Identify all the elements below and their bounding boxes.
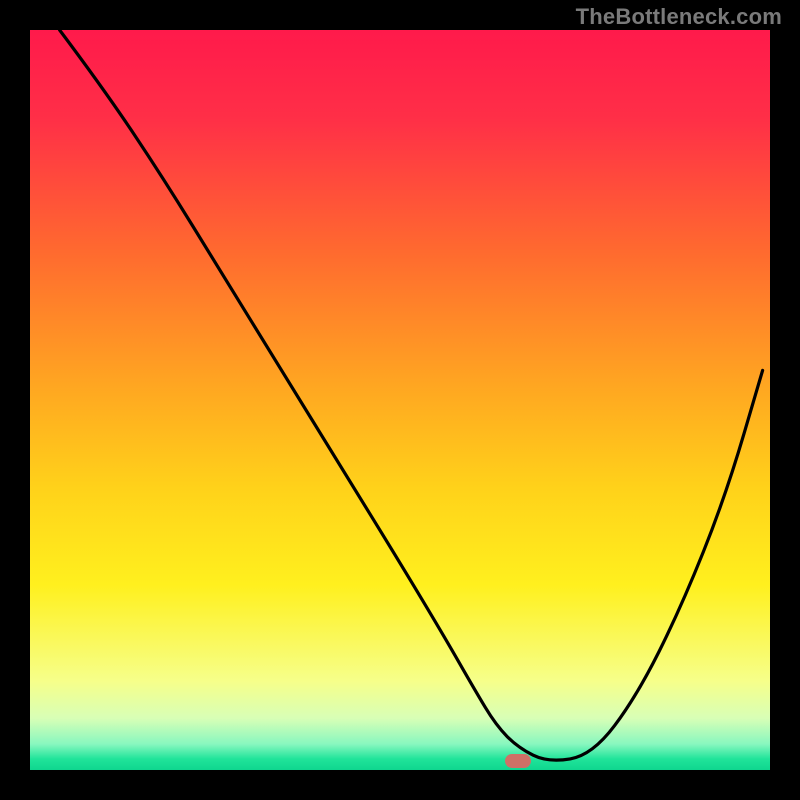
plot-area (30, 30, 770, 770)
bottleneck-curve (30, 30, 770, 770)
optimal-point-marker (505, 754, 531, 768)
chart-container: TheBottleneck.com (0, 0, 800, 800)
watermark-text: TheBottleneck.com (576, 4, 782, 30)
